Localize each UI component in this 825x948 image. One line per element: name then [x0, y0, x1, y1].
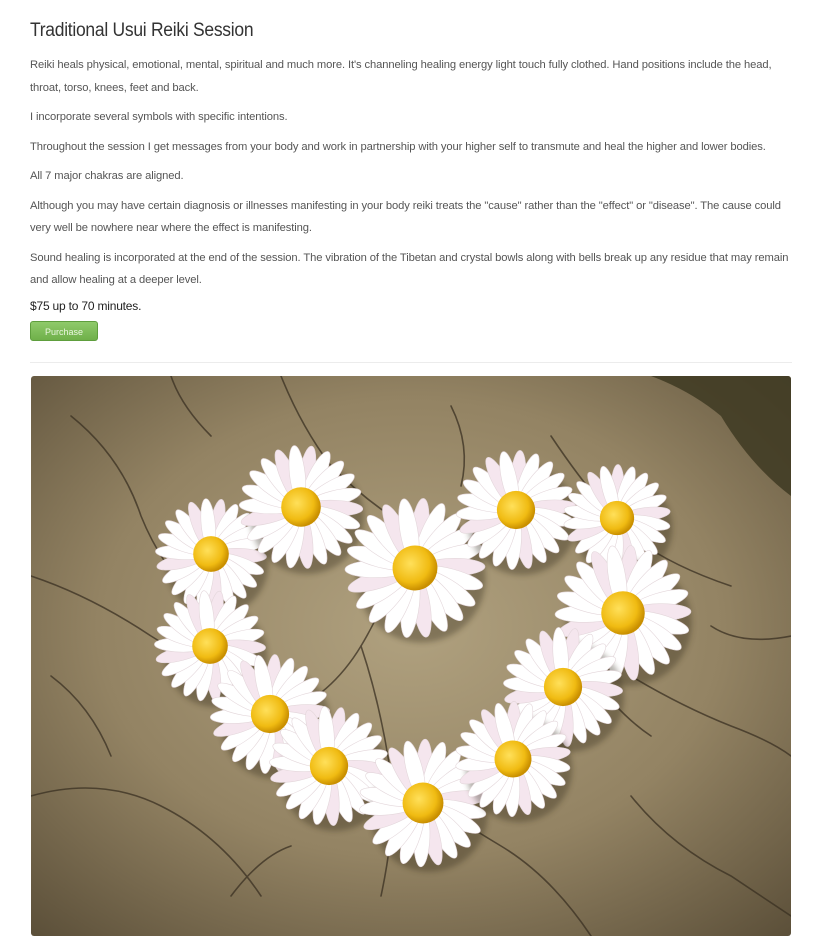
description-paragraph-4: All 7 major chakras are aligned. — [30, 170, 184, 182]
purchase-button[interactable]: Purchase — [30, 320, 98, 341]
description-paragraph-2: I incorporate several symbols with speci… — [30, 111, 288, 123]
price-text: $75 up to 70 minutes. — [30, 298, 142, 313]
daisy-heart-image — [31, 376, 791, 936]
session-content: Traditional Usui Reiki Session Reiki hea… — [30, 20, 792, 341]
page-title: Traditional Usui Reiki Session — [30, 20, 254, 41]
description-paragraph-5: Although you may have certain diagnosis … — [30, 199, 781, 235]
description-paragraph-1: Reiki heals physical, emotional, mental,… — [30, 59, 772, 94]
description-paragraph-6: Sound healing is incorporated at the end… — [30, 251, 789, 287]
divider — [30, 362, 792, 363]
description-paragraph-3: Throughout the session I get messages fr… — [30, 140, 766, 153]
